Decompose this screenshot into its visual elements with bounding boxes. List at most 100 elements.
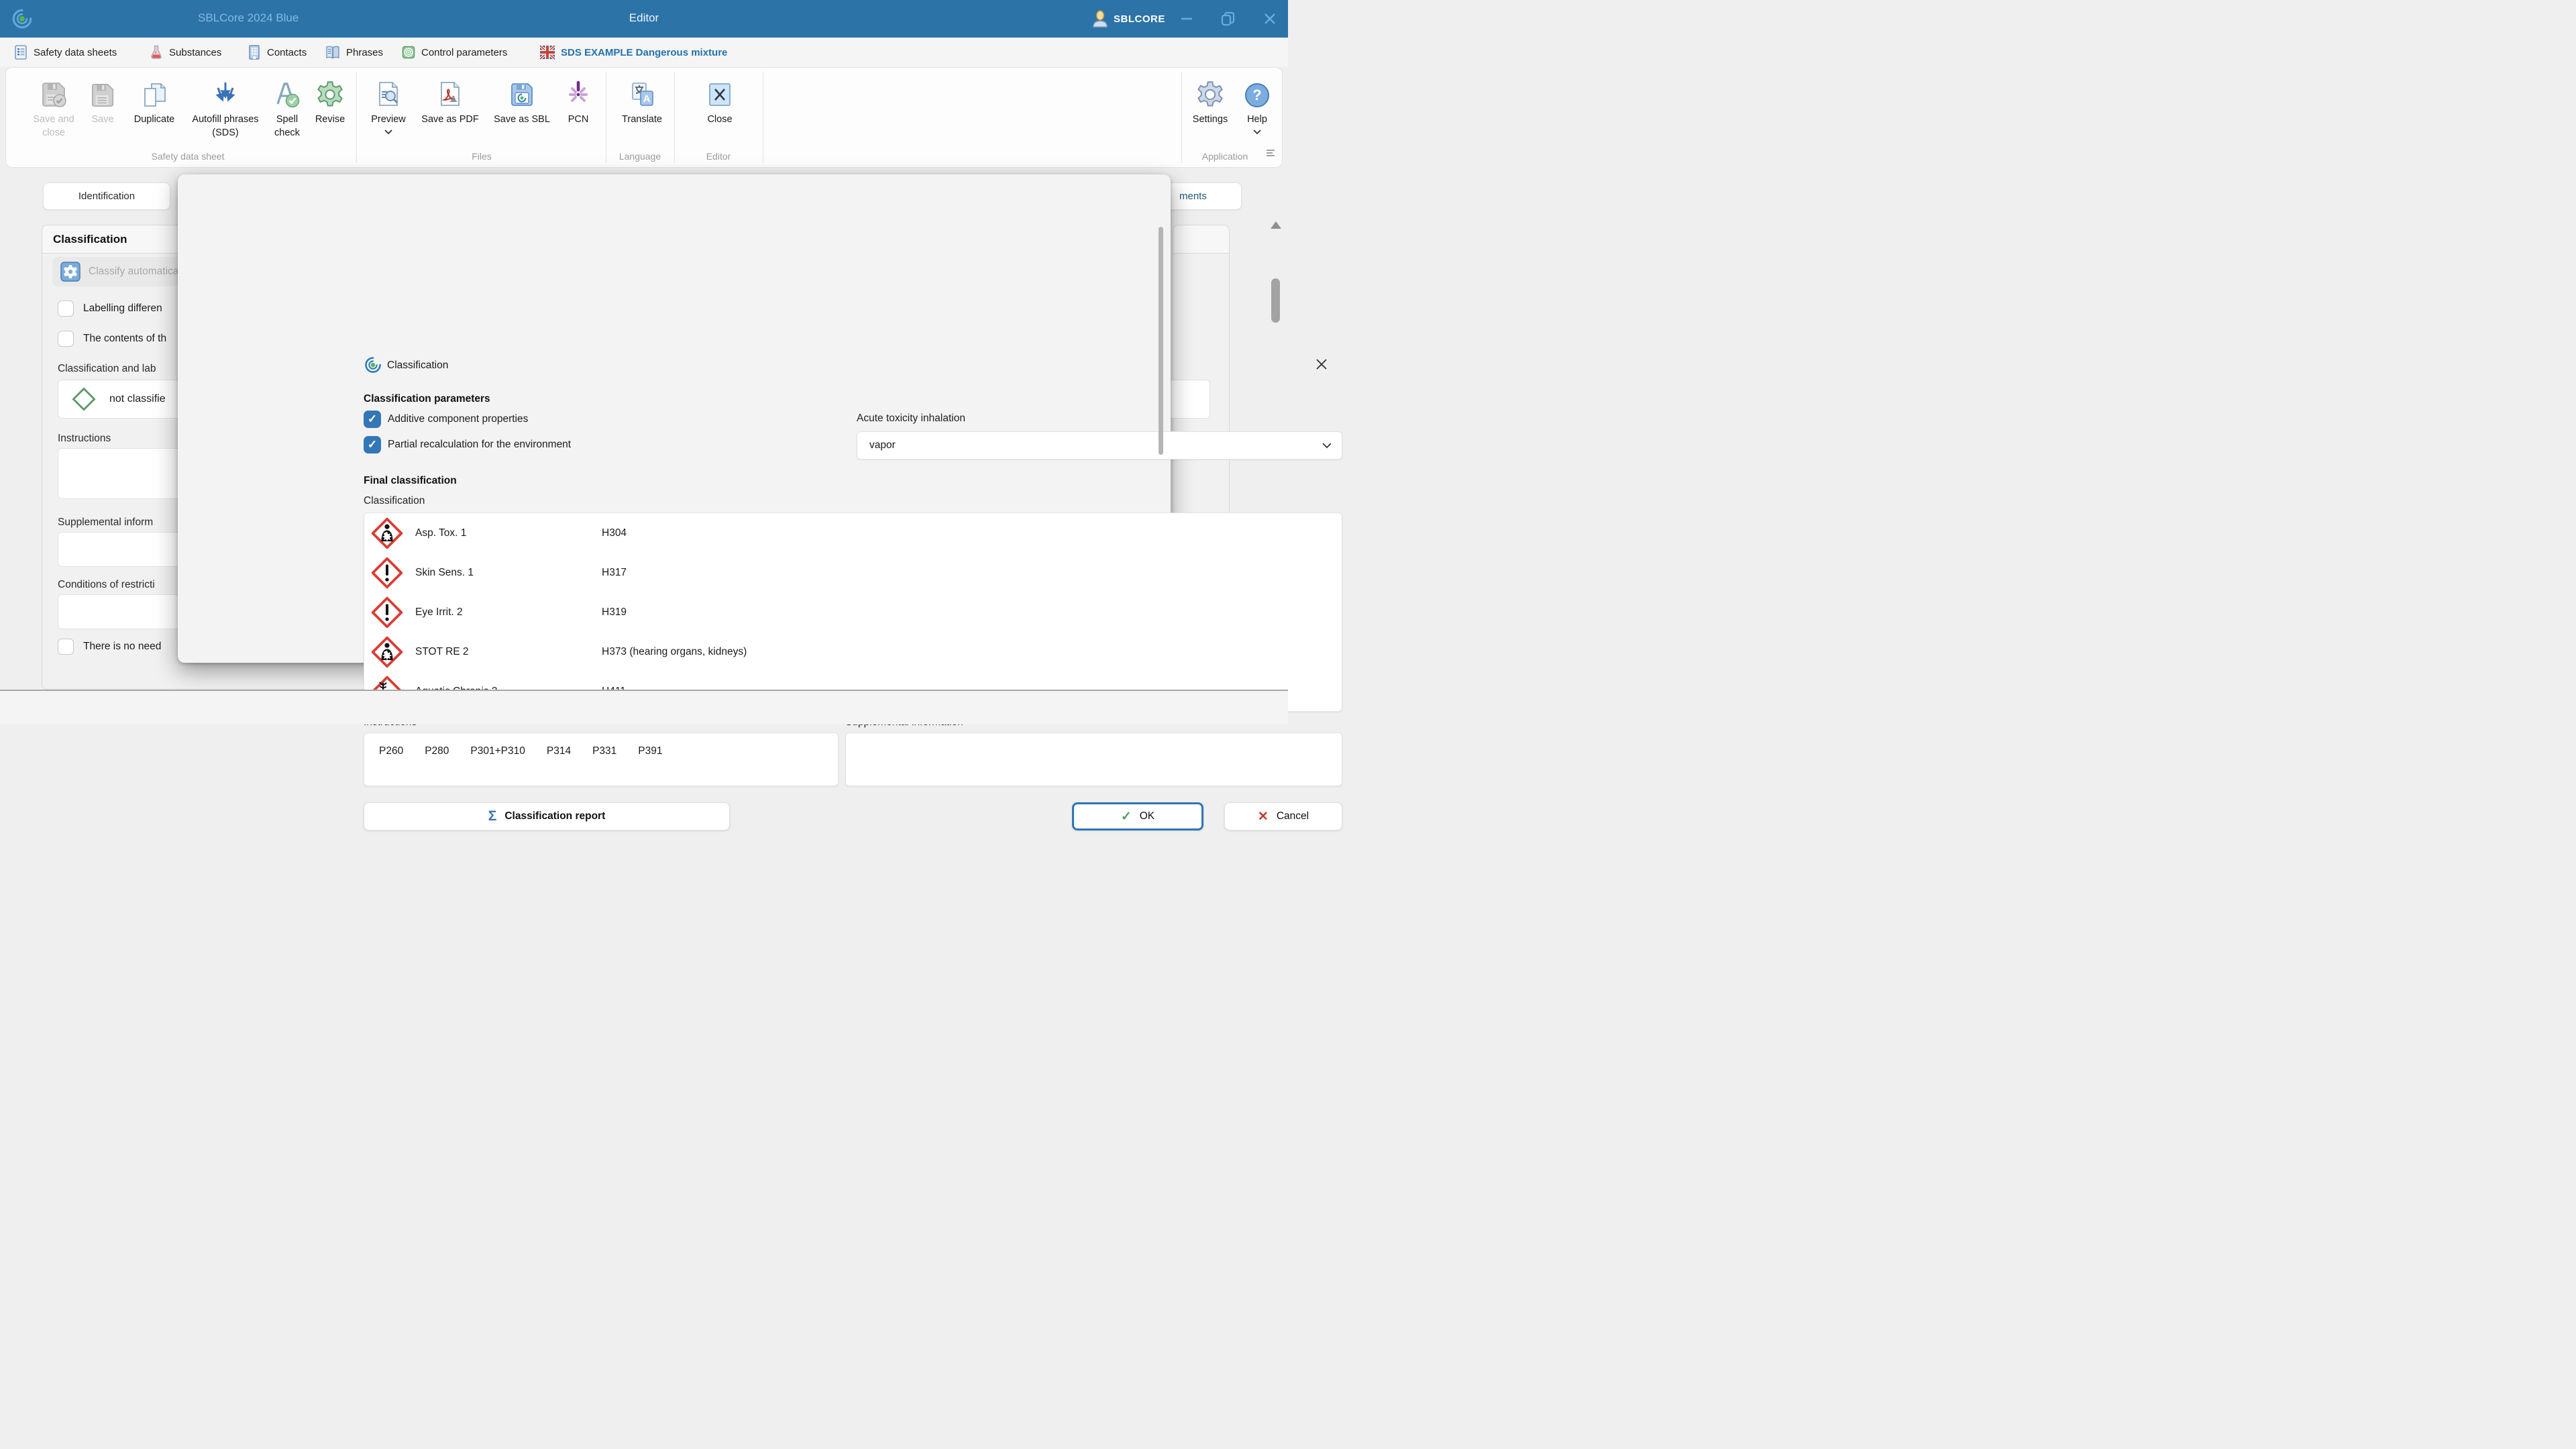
duplicate-icon [140,80,169,109]
save-button[interactable]: Save [85,73,120,162]
checkbox-checked[interactable]: ✓ [364,411,381,428]
tab-label: Control parameters [421,47,507,58]
save-and-close-button[interactable]: Save and close [25,73,83,162]
title-bar: SBLCore 2024 Blue Editor SBLCORE [0,0,1288,38]
ribbon-separator [1181,72,1182,163]
help-icon: ? [1243,81,1271,109]
close-editor-button[interactable]: Close [688,73,752,162]
tab-control-parameters[interactable]: Control parameters [401,38,507,67]
sigma-icon: Σ [488,808,497,824]
ribbon-group-label: Safety data sheet [25,151,351,162]
button-label: Classification report [504,810,605,822]
scrollbar-up-arrow[interactable] [1271,221,1281,229]
button-label: Close [688,113,752,127]
ghs08-health-hazard-icon [371,517,403,549]
ribbon-separator [674,72,675,163]
labelling-checkbox[interactable]: Labelling differen [58,301,162,317]
final-classification-heading: Final classification [364,475,457,487]
p-code-chip[interactable]: P331 [592,745,616,757]
chevron-down-icon [1322,442,1332,449]
preview-button[interactable]: Preview [363,73,414,162]
hazard-class-name: STOT RE 2 [415,646,602,658]
additive-properties-checkbox[interactable]: ✓ Additive component properties [364,411,528,428]
contents-checkbox[interactable]: The contents of th [58,331,166,347]
revise-button[interactable]: Revise [309,73,351,162]
translate-button[interactable]: A Translate [610,73,674,162]
button-label: Translate [610,113,674,127]
supplemental-information-field[interactable] [845,733,1342,786]
maximize-button[interactable] [1215,0,1242,38]
page-tab-identification[interactable]: Identification [43,182,170,210]
dialog-close-button[interactable] [1310,353,1333,376]
p-code-chip[interactable]: P260 [379,745,403,757]
partial-recalculation-checkbox[interactable]: ✓ Partial recalculation for the environm… [364,436,571,453]
classification-row[interactable]: Eye Irrit. 2 H319 [364,592,1342,632]
classification-labelling-label: Classification and lab [58,363,156,375]
ribbon-group-label: Files [363,151,600,162]
dialog-scrollbar-thumb[interactable] [1159,227,1163,455]
classification-dialog: Classification Classification parameters… [178,174,1171,663]
checkbox-unchecked[interactable] [58,301,74,317]
spell-check-icon [272,80,302,109]
ghs07-exclamation-icon [371,596,403,629]
button-label: Duplicate [123,113,185,127]
classification-list[interactable]: Asp. Tox. 1 H304 Skin Sens. 1 H317 Eye I… [364,513,1342,712]
translate-icon: A [627,80,657,109]
save-as-sbl-button[interactable]: Save as SBL [488,73,556,162]
app-logo-icon [364,356,382,374]
tab-substances[interactable]: Substances [149,38,221,67]
empty-diamond-icon [70,386,97,413]
instructions-field[interactable] [364,733,839,786]
settings-gear-icon [1195,80,1225,109]
target-icon [401,44,416,60]
no-need-checkbox[interactable]: There is no need [58,639,161,655]
autofill-arrows-icon [211,80,240,109]
tab-label: Phrases [346,47,383,58]
ghs08-health-hazard-icon [371,636,403,668]
group-options-icon[interactable] [1266,148,1275,160]
autofill-phrases-button[interactable]: Autofill phrases (SDS) [186,73,265,162]
tab-safety-data-sheets[interactable]: Safety data sheets [13,38,117,67]
check-icon: ✓ [1121,809,1132,824]
p-code-chip[interactable]: P301+P310 [470,745,525,757]
classification-list-label: Classification [364,495,425,507]
spell-check-button[interactable]: Spell check [266,73,308,162]
close-window-button[interactable] [1256,0,1283,38]
ok-button[interactable]: ✓ OK [1072,802,1203,830]
p-code-chip[interactable]: P314 [547,745,571,757]
svg-text:?: ? [1252,87,1261,103]
classification-report-button[interactable]: Σ Classification report [364,802,730,830]
save-as-pdf-button[interactable]: Save as PDF [417,73,484,162]
checkbox-checked[interactable]: ✓ [364,436,381,453]
button-label: OK [1140,810,1155,822]
not-classified-text-fragment: not classifie [109,393,166,405]
classification-row[interactable]: STOT RE 2 H373 (hearing organs, kidneys) [364,632,1342,672]
tab-sds-document-active[interactable]: SDS EXAMPLE Dangerous mixture [539,38,727,67]
preview-icon [374,80,403,109]
p-code-chip[interactable]: P391 [638,745,662,757]
checkbox-unchecked[interactable] [58,639,74,655]
checkbox-label: Partial recalculation for the environmen… [388,439,571,451]
tab-contacts[interactable]: Contacts [247,38,307,67]
settings-button[interactable]: Settings [1185,73,1235,162]
cancel-button[interactable]: ✕ Cancel [1224,802,1342,830]
account-button[interactable]: SBLCORE [1092,0,1165,38]
classification-row[interactable]: Skin Sens. 1 H317 [364,553,1342,592]
p-code-chip[interactable]: P280 [425,745,449,757]
conditions-label-fragment: Conditions of restricti [58,579,155,591]
ribbon-separator [356,72,357,163]
scrollbar-thumb[interactable] [1271,278,1280,323]
pcn-button[interactable]: PCN [560,73,596,162]
button-label: Settings [1185,113,1235,127]
acute-toxicity-select[interactable]: vapor [857,431,1342,460]
minimize-button[interactable] [1173,0,1200,38]
checkbox-unchecked[interactable] [58,331,74,347]
duplicate-button[interactable]: Duplicate [123,73,185,162]
checkbox-label-fragment: There is no need [83,641,161,653]
tab-label-fragment: ments [1179,191,1207,202]
close-x-icon [705,80,735,109]
ribbon-group-label: Language [606,151,674,162]
classification-row[interactable]: Asp. Tox. 1 H304 [364,513,1342,553]
x-icon: ✕ [1258,809,1269,824]
tab-phrases[interactable]: Phrases [325,38,383,67]
